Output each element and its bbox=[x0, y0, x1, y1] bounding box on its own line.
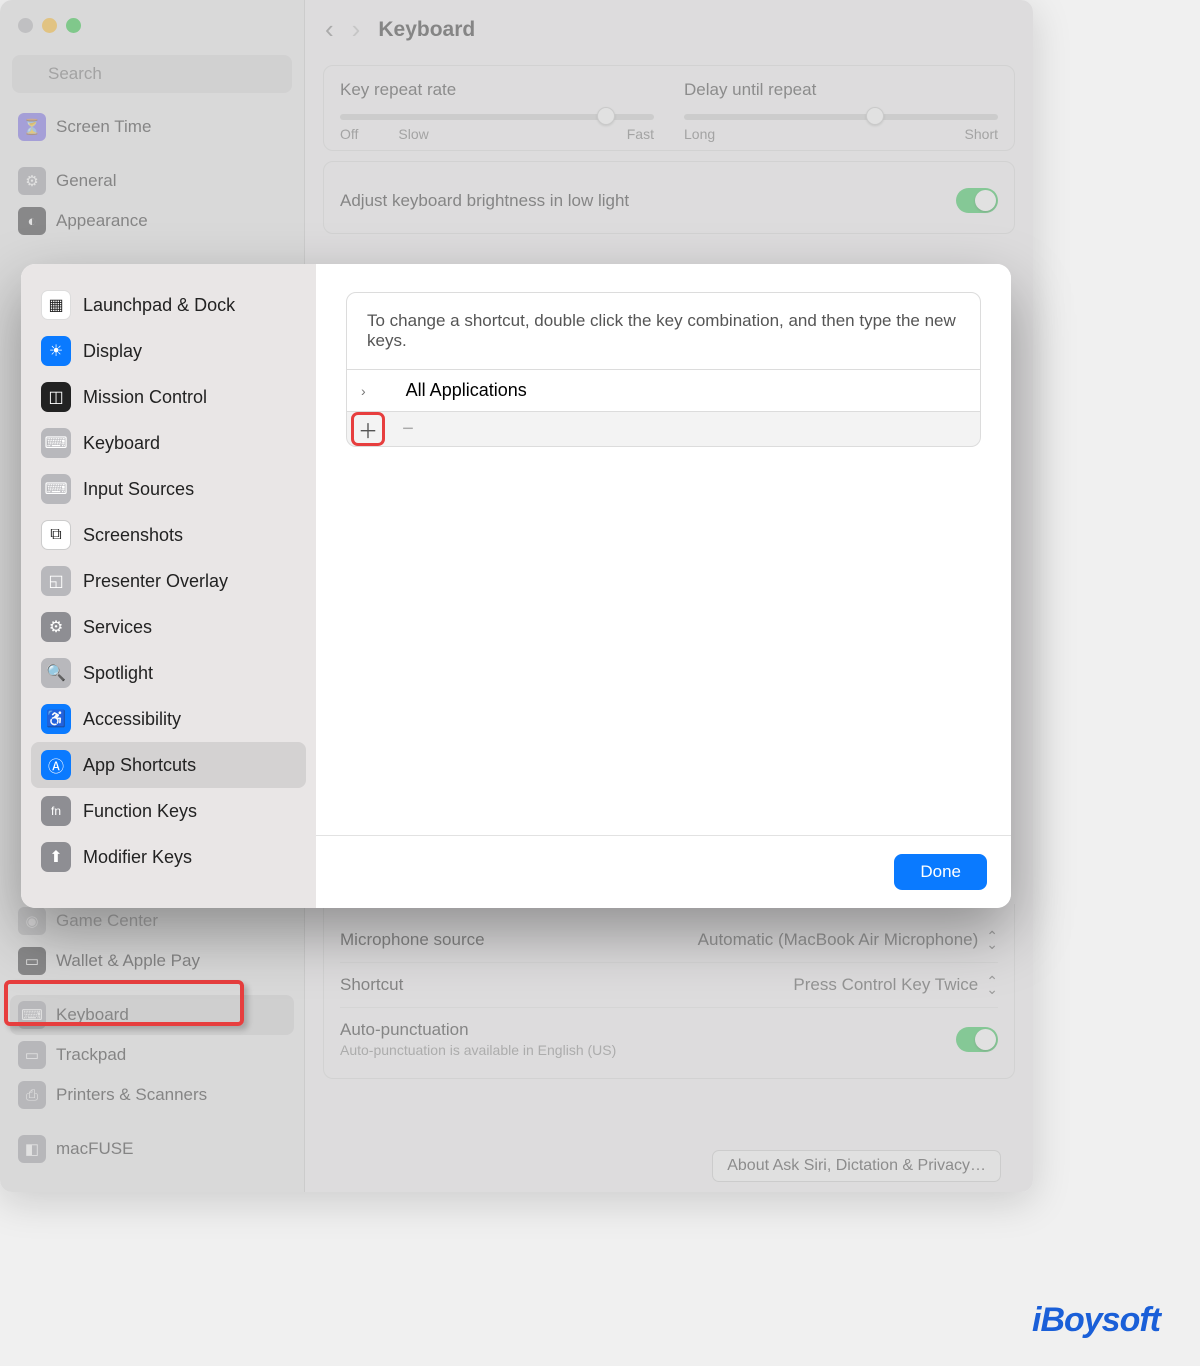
chevron-right-icon: › bbox=[361, 383, 366, 399]
add-remove-bar: ＋ − bbox=[346, 412, 981, 447]
game-icon: ◉ bbox=[18, 907, 46, 935]
back-button[interactable]: ‹ bbox=[325, 14, 334, 45]
auto-punct-toggle[interactable] bbox=[956, 1027, 998, 1052]
delay-label: Delay until repeat bbox=[684, 80, 998, 100]
dictation-panel: Microphone source Automatic (MacBook Air… bbox=[323, 904, 1015, 1079]
add-button[interactable]: ＋ bbox=[355, 416, 381, 442]
sidebar-item-label: macFUSE bbox=[56, 1139, 133, 1159]
trackpad-icon: ▭ bbox=[18, 1041, 46, 1069]
slider-off: Off bbox=[340, 126, 358, 142]
close-button[interactable] bbox=[18, 18, 33, 33]
presenter-icon: ◱ bbox=[41, 566, 71, 596]
sidebar-item-label: Wallet & Apple Pay bbox=[56, 951, 200, 971]
mission-icon: ◫ bbox=[41, 382, 71, 412]
camera-icon: ⧉ bbox=[41, 520, 71, 550]
sheet-item-display[interactable]: ☀Display bbox=[31, 328, 306, 374]
hourglass-icon: ⏳ bbox=[18, 113, 46, 141]
repeat-panel: Key repeat rate Off Slow Fast Delay unti… bbox=[323, 65, 1015, 151]
done-button[interactable]: Done bbox=[894, 854, 987, 890]
chevron-updown-icon: ⌃⌄ bbox=[986, 932, 998, 948]
sidebar-item-label: General bbox=[56, 171, 116, 191]
wallet-icon: ▭ bbox=[18, 947, 46, 975]
sheet-sidebar: ▦Launchpad & Dock ☀Display ◫Mission Cont… bbox=[21, 264, 316, 908]
sheet-item-launchpad[interactable]: ▦Launchpad & Dock bbox=[31, 282, 306, 328]
auto-punct-label: Auto-punctuation bbox=[340, 1020, 616, 1040]
gears-icon: ⚙ bbox=[41, 612, 71, 642]
shortcut-label: Shortcut bbox=[340, 975, 403, 995]
fuse-icon: ◧ bbox=[18, 1135, 46, 1163]
slider-slow: Slow bbox=[398, 126, 428, 142]
chevron-updown-icon: ⌃⌄ bbox=[986, 977, 998, 993]
minimize-button[interactable] bbox=[42, 18, 57, 33]
gear-icon: ⚙ bbox=[18, 167, 46, 195]
shortcuts-sheet: ▦Launchpad & Dock ☀Display ◫Mission Cont… bbox=[21, 264, 1011, 908]
page-title: Keyboard bbox=[378, 18, 475, 42]
mic-value[interactable]: Automatic (MacBook Air Microphone) ⌃⌄ bbox=[698, 930, 998, 950]
sidebar-item-general[interactable]: ⚙ General bbox=[10, 161, 294, 201]
sidebar-item-label: Printers & Scanners bbox=[56, 1085, 207, 1105]
sun-icon: ☀ bbox=[41, 336, 71, 366]
sidebar-item-trackpad[interactable]: ▭ Trackpad bbox=[10, 1035, 294, 1075]
traffic-lights bbox=[18, 18, 81, 33]
brightness-panel: Adjust keyboard brightness in low light bbox=[323, 161, 1015, 234]
arrow-up-icon: ⬆ bbox=[41, 842, 71, 872]
sidebar-item-wallet[interactable]: ▭ Wallet & Apple Pay bbox=[10, 941, 294, 981]
accessibility-icon: ♿ bbox=[41, 704, 71, 734]
all-applications-row[interactable]: › All Applications bbox=[346, 370, 981, 412]
search-icon: 🔍 bbox=[41, 658, 71, 688]
shortcut-value[interactable]: Press Control Key Twice ⌃⌄ bbox=[793, 975, 998, 995]
sheet-item-screenshots[interactable]: ⧉Screenshots bbox=[31, 512, 306, 558]
mic-label: Microphone source bbox=[340, 930, 485, 950]
header: ‹ › Keyboard bbox=[323, 0, 1015, 55]
auto-punct-sub: Auto-punctuation is available in English… bbox=[340, 1042, 616, 1058]
app-icon: Ⓐ bbox=[41, 750, 71, 780]
sidebar-item-label: Appearance bbox=[56, 211, 148, 231]
sheet-item-function[interactable]: fnFunction Keys bbox=[31, 788, 306, 834]
sheet-item-services[interactable]: ⚙Services bbox=[31, 604, 306, 650]
sheet-item-presenter[interactable]: ◱Presenter Overlay bbox=[31, 558, 306, 604]
key-repeat-slider[interactable] bbox=[340, 114, 654, 120]
sheet-item-keyboard[interactable]: ⌨Keyboard bbox=[31, 420, 306, 466]
sheet-item-input[interactable]: ⌨Input Sources bbox=[31, 466, 306, 512]
privacy-button[interactable]: About Ask Siri, Dictation & Privacy… bbox=[712, 1150, 1001, 1182]
watermark: iBoysoft bbox=[1032, 1301, 1160, 1340]
sidebar-item-printers[interactable]: ⎙ Printers & Scanners bbox=[10, 1075, 294, 1115]
sheet-item-spotlight[interactable]: 🔍Spotlight bbox=[31, 650, 306, 696]
input-icon: ⌨ bbox=[41, 474, 71, 504]
grid-icon: ▦ bbox=[41, 290, 71, 320]
slider-long: Long bbox=[684, 126, 715, 142]
forward-button[interactable]: › bbox=[352, 14, 361, 45]
fn-icon: fn bbox=[41, 796, 71, 826]
sidebar-item-label: Game Center bbox=[56, 911, 158, 931]
delay-slider[interactable] bbox=[684, 114, 998, 120]
sidebar-item-macfuse[interactable]: ◧ macFUSE bbox=[10, 1129, 294, 1169]
maximize-button[interactable] bbox=[66, 18, 81, 33]
slider-short: Short bbox=[965, 126, 998, 142]
search-input[interactable] bbox=[12, 55, 292, 93]
sheet-item-modifier[interactable]: ⬆Modifier Keys bbox=[31, 834, 306, 880]
keyboard-icon: ⌨ bbox=[41, 428, 71, 458]
sidebar-item-screen-time[interactable]: ⏳ Screen Time bbox=[10, 107, 294, 147]
sidebar-item-appearance[interactable]: ◐ Appearance bbox=[10, 201, 294, 241]
key-repeat-label: Key repeat rate bbox=[340, 80, 654, 100]
sidebar-item-label: Trackpad bbox=[56, 1045, 126, 1065]
remove-button[interactable]: − bbox=[395, 416, 421, 442]
printer-icon: ⎙ bbox=[18, 1081, 46, 1109]
appearance-icon: ◐ bbox=[18, 207, 46, 235]
highlight-keyboard bbox=[4, 980, 244, 1026]
slider-fast: Fast bbox=[627, 126, 654, 142]
brightness-label: Adjust keyboard brightness in low light bbox=[340, 191, 629, 211]
sheet-item-mission[interactable]: ◫Mission Control bbox=[31, 374, 306, 420]
sheet-item-accessibility[interactable]: ♿Accessibility bbox=[31, 696, 306, 742]
sheet-content: To change a shortcut, double click the k… bbox=[316, 264, 1011, 908]
sheet-item-app-shortcuts[interactable]: ⒶApp Shortcuts bbox=[31, 742, 306, 788]
instruction-text: To change a shortcut, double click the k… bbox=[346, 292, 981, 370]
brightness-toggle[interactable] bbox=[956, 188, 998, 213]
sidebar-item-label: Screen Time bbox=[56, 117, 151, 137]
